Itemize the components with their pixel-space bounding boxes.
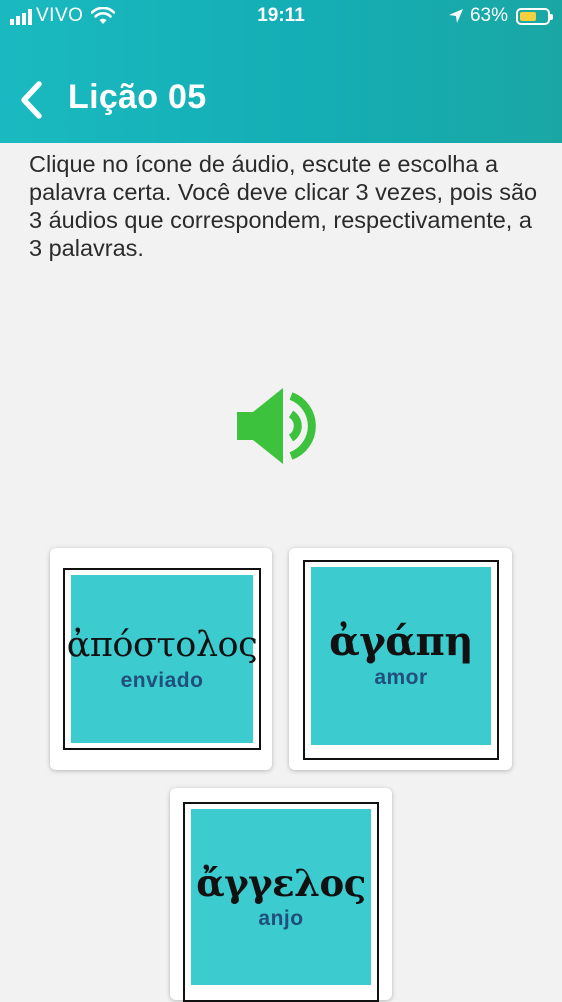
greek-word: ἀπόστολος <box>66 625 258 665</box>
speaker-icon[interactable] <box>233 384 329 468</box>
greek-word: ἄγγελος <box>196 861 366 905</box>
status-right: 63% <box>448 5 553 27</box>
translation: anjo <box>258 907 304 930</box>
card-tile: ἄγγελος anjo <box>191 809 371 985</box>
word-card-2[interactable]: ἀγάπη amor <box>289 548 512 770</box>
app-header: VIVO 19:11 63% Lição 05 <box>0 0 562 143</box>
card-tile: ἀγάπη amor <box>311 567 491 745</box>
translation: amor <box>374 666 428 689</box>
location-arrow-icon <box>448 9 463 23</box>
translation: enviado <box>120 669 204 692</box>
word-card-1[interactable]: ἀπόστολος enviado <box>50 548 272 770</box>
page-title: Lição 05 <box>68 78 207 116</box>
battery-icon <box>516 7 553 25</box>
back-chevron-icon[interactable] <box>14 78 50 122</box>
battery-fill <box>520 11 537 21</box>
greek-word: ἀγάπη <box>329 618 473 665</box>
battery-percent: 63% <box>469 5 508 26</box>
instructions-text: Clique no ícone de áudio, escute e escol… <box>29 151 538 261</box>
word-card-3[interactable]: ἄγγελος anjo <box>170 788 392 1002</box>
status-bar: VIVO 19:11 63% <box>0 0 562 34</box>
card-tile: ἀπόστολος enviado <box>67 575 258 743</box>
